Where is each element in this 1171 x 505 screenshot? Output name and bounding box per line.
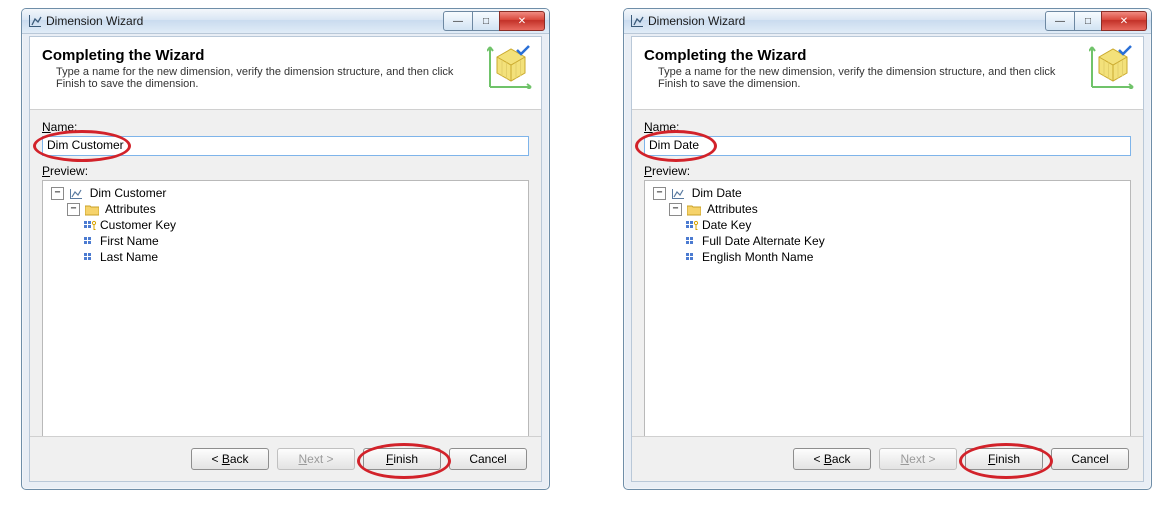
preview-label: Preview: [42, 164, 529, 178]
attribute-label: Customer Key [100, 218, 176, 232]
attributes-label: Attributes [707, 202, 758, 216]
back-button[interactable]: < Back [793, 448, 871, 470]
name-label: Name: [42, 120, 529, 134]
cancel-button[interactable]: Cancel [449, 448, 527, 470]
key-attribute-icon [83, 220, 97, 232]
page-description: Type a name for the new dimension, verif… [658, 66, 1071, 90]
window-title: Dimension Wizard [648, 14, 1046, 28]
attribute-label: Full Date Alternate Key [702, 234, 825, 248]
attribute-icon [685, 236, 699, 248]
collapse-icon[interactable]: − [51, 187, 64, 200]
wizard-header: Completing the Wizard Type a name for th… [30, 37, 541, 110]
window-title: Dimension Wizard [46, 14, 444, 28]
cube-complete-icon [1089, 43, 1135, 89]
tree-root-label: Dim Date [692, 186, 742, 200]
cancel-button[interactable]: Cancel [1051, 448, 1129, 470]
attributes-label: Attributes [105, 202, 156, 216]
name-label: Name: [644, 120, 1131, 134]
close-button[interactable]: ✕ [499, 11, 545, 31]
tree-attribute-item[interactable]: Last Name [83, 249, 522, 265]
collapse-icon[interactable]: − [67, 203, 80, 216]
tree-attribute-item[interactable]: Full Date Alternate Key [685, 233, 1124, 249]
titlebar[interactable]: Dimension Wizard — □ ✕ [624, 9, 1151, 34]
attribute-icon [83, 236, 97, 248]
page-title: Completing the Wizard [644, 47, 1131, 64]
attribute-icon [83, 252, 97, 264]
minimize-button[interactable]: — [1045, 11, 1075, 31]
tree-attributes[interactable]: − Attributes Customer Key First Name Las… [67, 201, 522, 265]
key-attribute-icon [685, 220, 699, 232]
folder-icon [687, 204, 701, 216]
collapse-icon[interactable]: − [669, 203, 682, 216]
dimension-node-icon [671, 188, 685, 200]
dimension-icon [28, 14, 42, 28]
folder-icon [85, 204, 99, 216]
name-input[interactable] [644, 136, 1131, 156]
cube-complete-icon [487, 43, 533, 89]
attribute-icon [685, 252, 699, 264]
close-button[interactable]: ✕ [1101, 11, 1147, 31]
wizard-window: Dimension Wizard — □ ✕ Completing the Wi… [21, 8, 550, 490]
finish-button[interactable]: Finish [363, 448, 441, 470]
tree-root-label: Dim Customer [90, 186, 167, 200]
next-button: Next > [277, 448, 355, 470]
tree-root[interactable]: − Dim Date − Attributes Date Key [653, 185, 1124, 265]
tree-root[interactable]: − Dim Customer − Attributes Customer Key [51, 185, 522, 265]
wizard-header: Completing the Wizard Type a name for th… [632, 37, 1143, 110]
attribute-label: English Month Name [702, 250, 813, 264]
tree-attribute-item[interactable]: English Month Name [685, 249, 1124, 265]
dimension-icon [630, 14, 644, 28]
page-title: Completing the Wizard [42, 47, 529, 64]
tree-attribute-item[interactable]: Customer Key [83, 217, 522, 233]
tree-attribute-item[interactable]: First Name [83, 233, 522, 249]
tree-attributes[interactable]: − Attributes Date Key Full Date Alternat… [669, 201, 1124, 265]
attribute-label: Last Name [100, 250, 158, 264]
preview-tree[interactable]: − Dim Date − Attributes Date Key [644, 180, 1131, 438]
titlebar[interactable]: Dimension Wizard — □ ✕ [22, 9, 549, 34]
back-button[interactable]: < Back [191, 448, 269, 470]
dimension-node-icon [69, 188, 83, 200]
maximize-button[interactable]: □ [472, 11, 500, 31]
minimize-button[interactable]: — [443, 11, 473, 31]
collapse-icon[interactable]: − [653, 187, 666, 200]
preview-tree[interactable]: − Dim Customer − Attributes Customer Key [42, 180, 529, 438]
finish-button[interactable]: Finish [965, 448, 1043, 470]
wizard-window: Dimension Wizard — □ ✕ Completing the Wi… [623, 8, 1152, 490]
attribute-label: First Name [100, 234, 159, 248]
attribute-label: Date Key [702, 218, 751, 232]
page-description: Type a name for the new dimension, verif… [56, 66, 469, 90]
preview-label: Preview: [644, 164, 1131, 178]
tree-attribute-item[interactable]: Date Key [685, 217, 1124, 233]
next-button: Next > [879, 448, 957, 470]
maximize-button[interactable]: □ [1074, 11, 1102, 31]
name-input[interactable] [42, 136, 529, 156]
